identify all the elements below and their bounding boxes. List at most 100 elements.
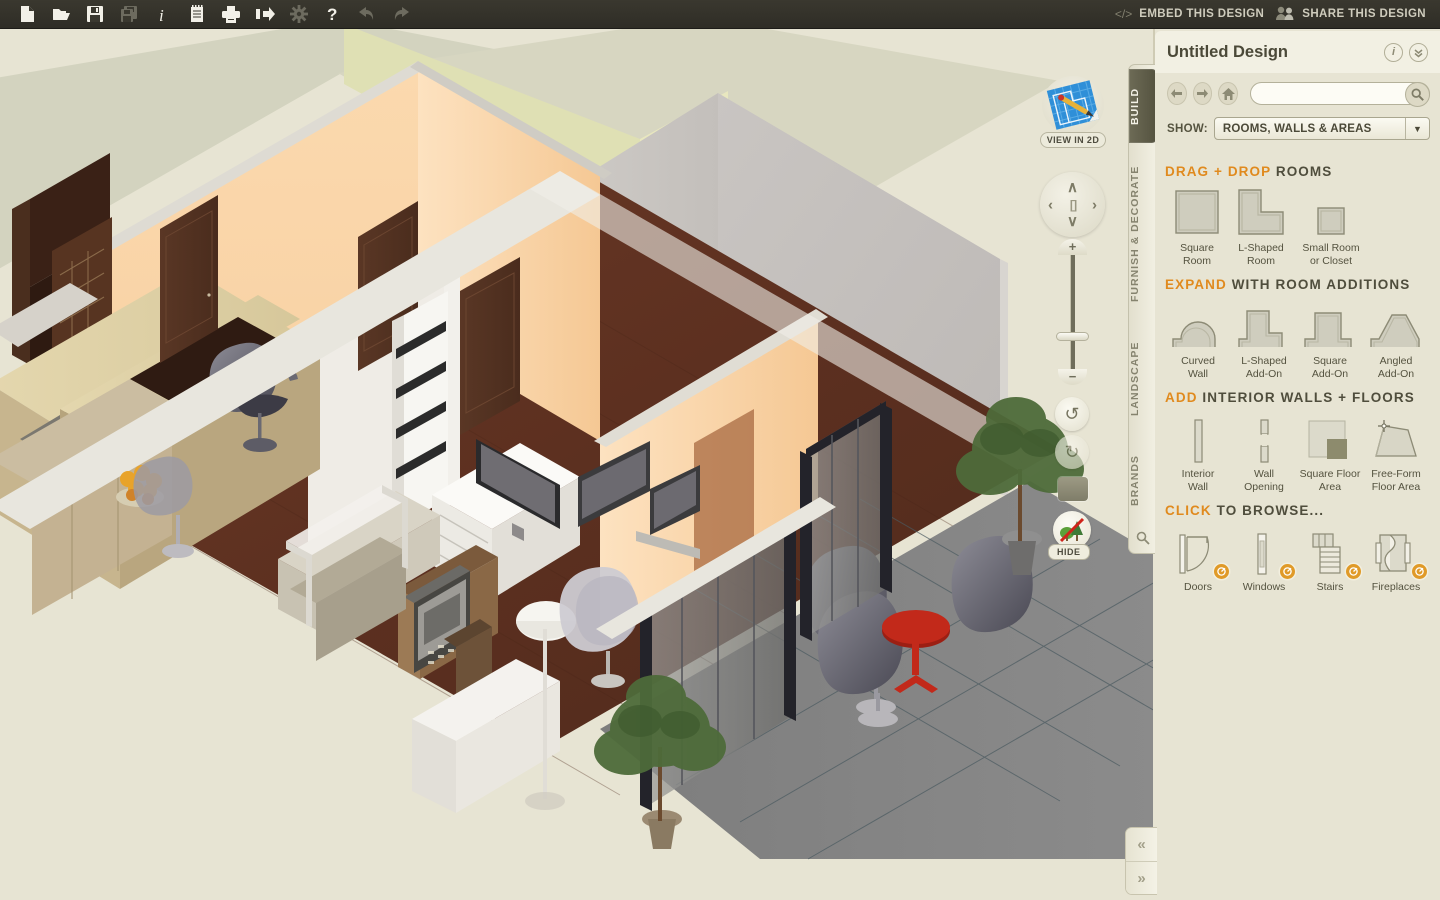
fit-to-view-button[interactable] — [1058, 477, 1088, 501]
chevron-down-icon[interactable]: ▼ — [1405, 118, 1429, 139]
section-interior-walls-floors: ADD INTERIOR WALLS + FLOORS Interior Wal… — [1155, 390, 1440, 495]
rotate-counterclockwise-icon[interactable]: ↺ — [1055, 397, 1089, 431]
share-design-button[interactable]: SHARE THIS DESIGN — [1276, 6, 1426, 23]
panel-search-input[interactable] — [1251, 87, 1430, 100]
item-interior-wall[interactable]: Interior Wall — [1165, 412, 1231, 493]
rail-tab-furnish[interactable]: FURNISH & DECORATE — [1129, 149, 1157, 319]
open-folder-icon[interactable] — [44, 0, 78, 29]
new-document-icon[interactable] — [10, 0, 44, 29]
zoom-slider-rail — [1070, 253, 1075, 375]
square-floor-icon — [1297, 412, 1363, 464]
pan-down-button[interactable]: ∨ — [1067, 214, 1078, 229]
item-label: Doors — [1183, 581, 1212, 593]
rail-tab-brands[interactable]: BRANDS — [1129, 439, 1157, 523]
search-icon[interactable] — [1129, 531, 1157, 550]
pan-dpad[interactable]: ∧ ∨ ‹ › [ ] — [1040, 172, 1105, 237]
item-label: Angled Add-On — [1377, 355, 1415, 380]
view-in-2d-button[interactable]: VIEW IN 2D — [1039, 132, 1107, 148]
design-info-icon[interactable]: i — [1384, 42, 1403, 62]
rotate-clockwise-icon[interactable]: ↻ — [1055, 435, 1089, 469]
chevron-down-icon[interactable] — [1409, 42, 1428, 62]
interior-wall-icon — [1165, 412, 1231, 464]
item-angled-add-on[interactable]: Angled Add-On — [1363, 299, 1429, 380]
pan-right-button[interactable]: › — [1092, 197, 1097, 212]
save-icon[interactable] — [78, 0, 112, 29]
item-small-room-or-closet[interactable]: Small Room or Closet — [1293, 186, 1369, 267]
export-icon[interactable] — [248, 0, 282, 29]
item-stairs[interactable]: Stairs — [1297, 525, 1363, 594]
main-toolbar: i ? </> EMBED THIS DESIGN SHARE THIS DES… — [0, 0, 1440, 29]
item-square-add-on[interactable]: Square Add-On — [1297, 299, 1363, 380]
nav-back-button[interactable] — [1167, 82, 1187, 105]
item-wall-opening[interactable]: Wall Opening — [1231, 412, 1297, 493]
zoom-slider-handle[interactable] — [1056, 332, 1089, 341]
panel-sections: DRAG + DROP ROOMS Square Room L-Shaped R… — [1155, 146, 1440, 596]
browse-badge-icon — [1346, 564, 1361, 579]
item-label: Stairs — [1316, 581, 1344, 593]
panel-nav-row — [1155, 73, 1440, 109]
browse-badge-icon — [1280, 564, 1295, 579]
hide-label[interactable]: HIDE — [1048, 544, 1090, 560]
zoom-slider[interactable]: + − — [1052, 239, 1092, 387]
panel-header-actions: i — [1384, 42, 1428, 62]
item-label: Interior Wall — [1181, 468, 1215, 493]
zoom-out-button[interactable]: − — [1058, 369, 1087, 385]
zoom-in-button[interactable]: + — [1058, 239, 1087, 255]
undo-icon[interactable] — [350, 0, 384, 29]
pan-left-button[interactable]: ‹ — [1048, 197, 1053, 212]
item-label: Small Room or Closet — [1302, 242, 1360, 267]
section-title: EXPAND WITH ROOM ADDITIONS — [1165, 277, 1432, 292]
rail-tab-build[interactable]: BUILD — [1129, 69, 1157, 143]
view-in-2d-control[interactable]: VIEW IN 2D — [1036, 76, 1110, 152]
section-room-additions: EXPAND WITH ROOM ADDITIONS Curved Wall L… — [1155, 277, 1440, 382]
panel-search-icon[interactable] — [1405, 82, 1431, 107]
item-doors[interactable]: Doors — [1165, 525, 1231, 594]
item-free-form-floor-area[interactable]: Free-Form Floor Area — [1363, 412, 1429, 493]
save-as-icon[interactable] — [112, 0, 146, 29]
redo-icon[interactable] — [384, 0, 418, 29]
settings-gear-icon[interactable] — [282, 0, 316, 29]
section-title-rest: WITH ROOM ADDITIONS — [1231, 277, 1411, 292]
item-curved-wall[interactable]: Curved Wall — [1165, 299, 1231, 380]
panel-search-box[interactable] — [1250, 82, 1431, 107]
notes-icon[interactable] — [180, 0, 214, 29]
toolbar-actions: </> EMBED THIS DESIGN SHARE THIS DESIGN — [1115, 6, 1440, 23]
section-title-highlight: DRAG + DROP — [1165, 164, 1271, 179]
section-items: Interior Wall Wall Opening Square Floor … — [1165, 412, 1432, 493]
section-title: CLICK TO BROWSE... — [1165, 503, 1432, 518]
curved-wall-icon — [1165, 299, 1231, 351]
design-canvas-3d[interactable]: VIEW IN 2D ∧ ∨ ‹ › [ ] + − ↺ ↻ HIDE — [0, 29, 1153, 900]
info-icon[interactable]: i — [146, 0, 180, 29]
embed-design-button[interactable]: </> EMBED THIS DESIGN — [1115, 7, 1264, 21]
share-design-label: SHARE THIS DESIGN — [1302, 8, 1426, 20]
section-title-rest: TO BROWSE... — [1216, 503, 1325, 518]
help-icon[interactable]: ? — [316, 0, 350, 29]
freeform-floor-icon — [1363, 412, 1429, 464]
collapse-right-button[interactable]: » — [1126, 861, 1157, 894]
nav-forward-button[interactable] — [1192, 82, 1213, 105]
item-fireplaces[interactable]: Fireplaces — [1363, 525, 1429, 594]
print-icon[interactable] — [214, 0, 248, 29]
rail-tab-landscape[interactable]: LANDSCAPE — [1129, 323, 1157, 435]
svg-text:i: i — [159, 6, 164, 23]
item-l-shaped-room[interactable]: L-Shaped Room — [1229, 186, 1293, 267]
pan-up-button[interactable]: ∧ — [1067, 180, 1078, 195]
panel-collapse-controls: « » — [1125, 827, 1157, 895]
pan-center-button[interactable]: [ ] — [1070, 199, 1077, 211]
item-label: L-Shaped Room — [1238, 242, 1284, 267]
people-icon — [1276, 6, 1295, 23]
show-select[interactable]: ROOMS, WALLS & AREAS ▼ — [1213, 117, 1430, 140]
floorplan-3d-render — [0, 29, 1153, 900]
window-icon — [1231, 525, 1297, 579]
item-square-room[interactable]: Square Room — [1165, 186, 1229, 267]
mode-rail: BUILD FURNISH & DECORATE LANDSCAPE BRAND… — [1128, 64, 1157, 554]
item-windows[interactable]: Windows — [1231, 525, 1297, 594]
item-l-shaped-add-on[interactable]: L-Shaped Add-On — [1231, 299, 1297, 380]
section-items: Curved Wall L-Shaped Add-On Square Add-O… — [1165, 299, 1432, 380]
browse-badge-icon — [1214, 564, 1229, 579]
wall-opening-icon — [1231, 412, 1297, 464]
item-square-floor-area[interactable]: Square Floor Area — [1297, 412, 1363, 493]
collapse-left-button[interactable]: « — [1126, 828, 1157, 861]
nav-home-icon[interactable] — [1218, 82, 1239, 105]
embed-code-icon: </> — [1114, 7, 1133, 21]
